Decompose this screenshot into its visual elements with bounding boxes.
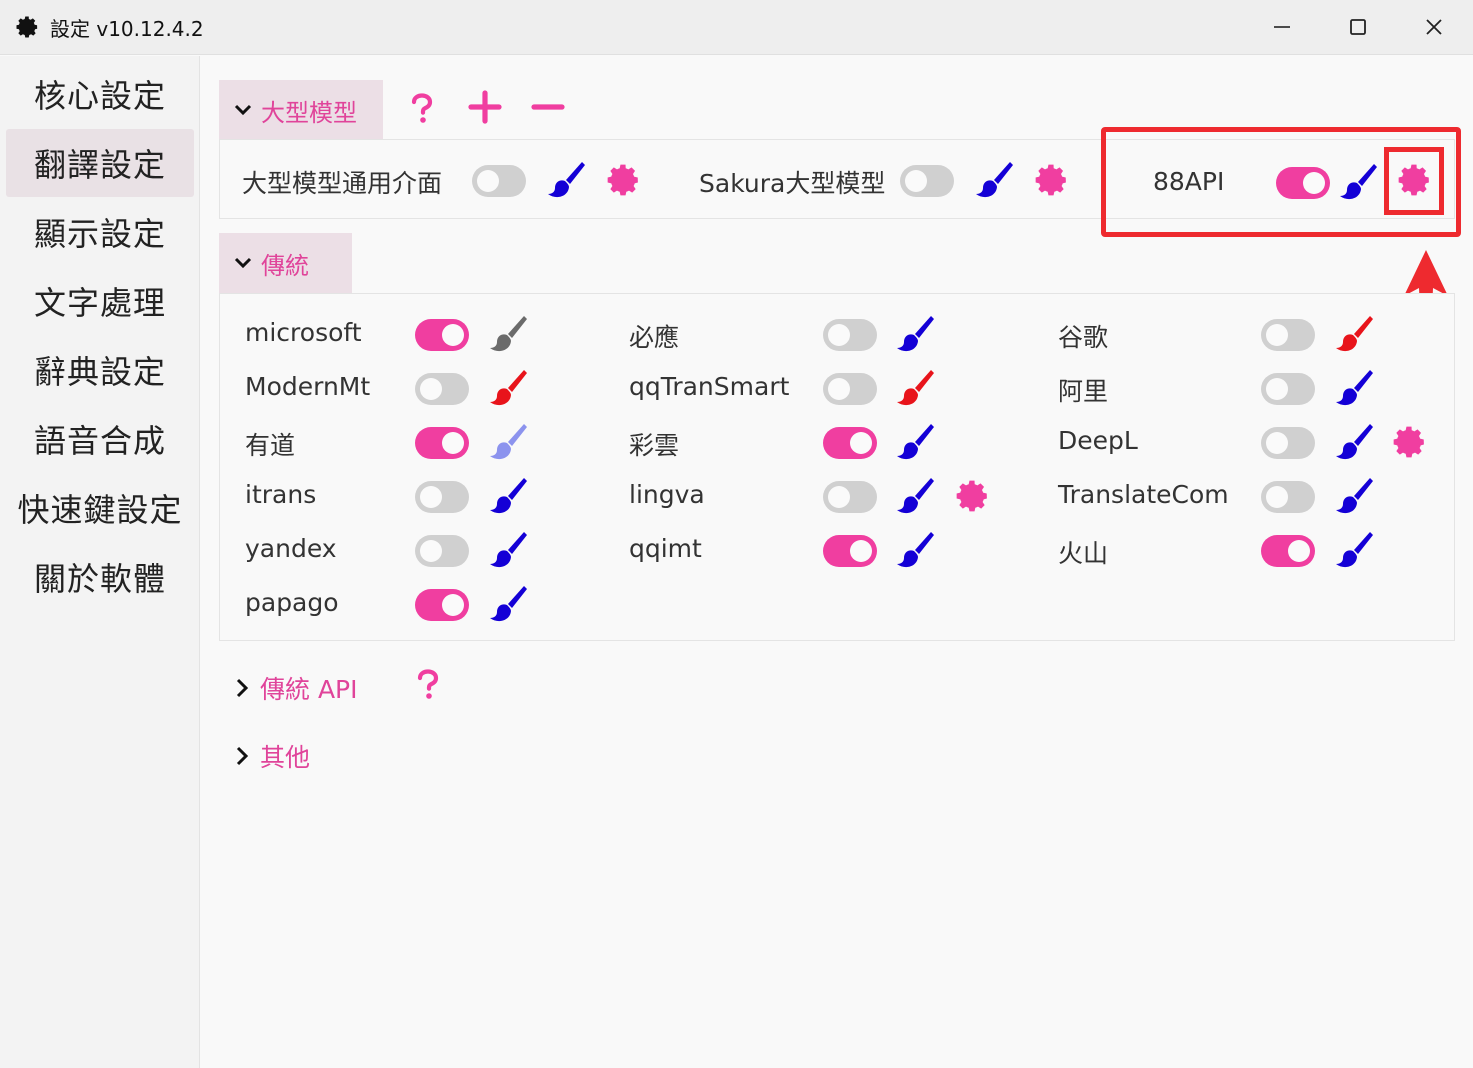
brush-icon[interactable]: [893, 366, 937, 410]
engine-toggle[interactable]: [1261, 319, 1315, 351]
engine-toggle[interactable]: [823, 535, 877, 567]
traditional-api-section-title: 傳統 API: [260, 675, 358, 704]
engine-toggle[interactable]: [823, 481, 877, 513]
sidebar-item-speech-synthesis[interactable]: 語音合成: [6, 405, 194, 473]
engine-label: TranslateCom: [1058, 480, 1229, 509]
help-icon[interactable]: [408, 92, 436, 124]
engine-label: qqTranSmart: [629, 372, 790, 401]
brush-icon[interactable]: [1332, 312, 1376, 356]
engine-toggle[interactable]: [1261, 481, 1315, 513]
engine-toggle[interactable]: [415, 589, 469, 621]
help-icon[interactable]: [414, 668, 442, 700]
engine-label: 大型模型通用介面: [242, 169, 443, 198]
sidebar: 核心設定 翻譯設定 顯示設定 文字處理 辭典設定 語音合成 快速鍵設定 關於軟體: [0, 56, 200, 1068]
window-title: 設定 v10.12.4.2: [50, 17, 204, 41]
chevron-right-icon: [236, 746, 249, 766]
highlight-gear-box: [1384, 147, 1444, 215]
gear-icon[interactable]: [1390, 423, 1428, 461]
brush-icon[interactable]: [1332, 420, 1376, 464]
llm-section-title: 大型模型: [261, 98, 357, 127]
sidebar-item-text-processing[interactable]: 文字處理: [6, 267, 194, 335]
brush-icon[interactable]: [544, 158, 588, 202]
engine-label: microsoft: [245, 318, 362, 347]
engine-toggle[interactable]: [415, 481, 469, 513]
engine-toggle[interactable]: [415, 427, 469, 459]
chevron-right-icon: [236, 678, 249, 698]
brush-icon[interactable]: [893, 528, 937, 572]
sidebar-item-display-settings[interactable]: 顯示設定: [6, 198, 194, 266]
title-bar: 設定 v10.12.4.2: [0, 0, 1473, 55]
minimize-icon: [1274, 26, 1290, 28]
chevron-down-icon: [234, 104, 252, 116]
engine-toggle[interactable]: [823, 319, 877, 351]
gear-icon[interactable]: [1032, 161, 1070, 199]
engine-label: papago: [245, 588, 339, 617]
brush-icon[interactable]: [893, 312, 937, 356]
traditional-api-section-header[interactable]: 傳統 API: [232, 670, 358, 706]
engine-label: 有道: [245, 431, 296, 460]
engine-toggle[interactable]: [415, 373, 469, 405]
engine-label: lingva: [629, 480, 705, 509]
brush-icon[interactable]: [486, 474, 530, 518]
sidebar-item-core-settings[interactable]: 核心設定: [6, 60, 194, 128]
engine-toggle[interactable]: [1261, 535, 1315, 567]
engine-label: itrans: [245, 480, 317, 509]
brush-icon[interactable]: [1332, 366, 1376, 410]
close-icon: [1426, 19, 1442, 35]
brush-icon[interactable]: [486, 582, 530, 626]
engine-label: Sakura大型模型: [699, 169, 886, 198]
gear-icon[interactable]: [604, 161, 642, 199]
gear-icon[interactable]: [953, 477, 991, 515]
maximize-icon: [1350, 19, 1366, 35]
brush-icon[interactable]: [893, 474, 937, 518]
chevron-down-icon: [234, 257, 252, 269]
engine-label: 必應: [629, 323, 680, 352]
sidebar-item-hotkey-settings[interactable]: 快速鍵設定: [6, 474, 194, 542]
engine-label: ModernMt: [245, 372, 371, 401]
sidebar-item-dictionary-settings[interactable]: 辭典設定: [6, 336, 194, 404]
sidebar-item-translation-settings[interactable]: 翻譯設定: [6, 129, 194, 197]
brush-icon[interactable]: [972, 158, 1016, 202]
other-section-title: 其他: [260, 743, 311, 772]
brush-icon[interactable]: [486, 366, 530, 410]
engine-label: 谷歌: [1058, 323, 1109, 352]
llm-section-header[interactable]: 大型模型: [219, 80, 383, 140]
minus-icon[interactable]: [531, 90, 565, 124]
gear-icon: [16, 16, 38, 38]
brush-icon[interactable]: [893, 420, 937, 464]
engine-toggle[interactable]: [1261, 373, 1315, 405]
brush-icon[interactable]: [486, 420, 530, 464]
sakura-toggle[interactable]: [900, 165, 954, 197]
brush-icon[interactable]: [1332, 474, 1376, 518]
brush-icon[interactable]: [486, 528, 530, 572]
engine-label: qqimt: [629, 534, 702, 563]
engine-label: 火山: [1058, 539, 1109, 568]
sidebar-item-about[interactable]: 關於軟體: [6, 543, 194, 611]
engine-label: DeepL: [1058, 426, 1138, 455]
traditional-section-title: 傳統: [261, 251, 309, 280]
traditional-section-header[interactable]: 傳統: [219, 233, 352, 293]
minimize-button[interactable]: [1262, 10, 1302, 44]
engine-label: 彩雲: [629, 431, 680, 460]
close-button[interactable]: [1414, 10, 1454, 44]
llm-generic-toggle[interactable]: [472, 165, 526, 197]
maximize-button[interactable]: [1338, 10, 1378, 44]
engine-label: yandex: [245, 534, 337, 563]
engine-toggle[interactable]: [1261, 427, 1315, 459]
engine-toggle[interactable]: [823, 427, 877, 459]
brush-icon[interactable]: [486, 312, 530, 356]
plus-icon[interactable]: [468, 90, 502, 124]
engine-label: 阿里: [1058, 377, 1109, 406]
brush-icon[interactable]: [1332, 528, 1376, 572]
other-section-header[interactable]: 其他: [232, 738, 310, 774]
engine-toggle[interactable]: [415, 319, 469, 351]
engine-toggle[interactable]: [823, 373, 877, 405]
engine-toggle[interactable]: [415, 535, 469, 567]
